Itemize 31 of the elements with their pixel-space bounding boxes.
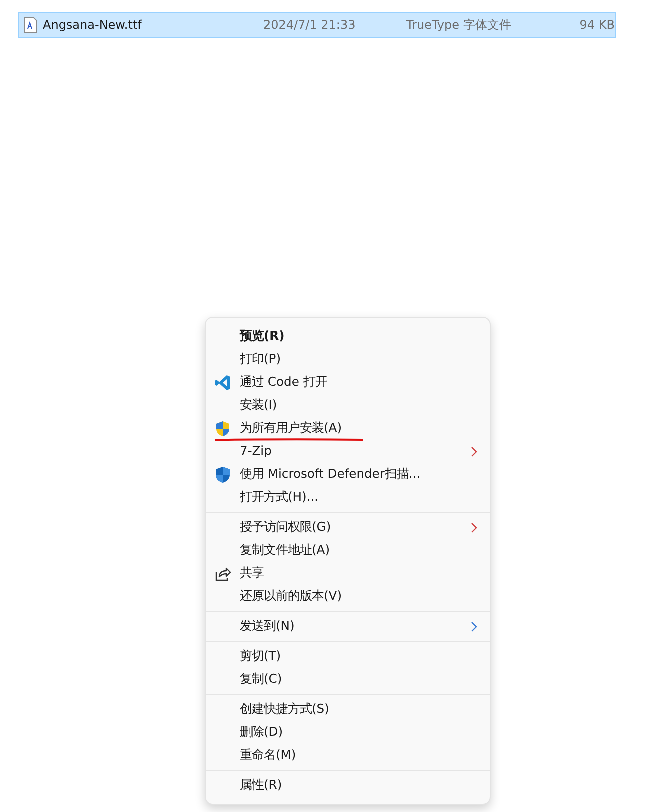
menu-item[interactable]: 授予访问权限(G) (206, 516, 490, 539)
menu-item[interactable]: 还原以前的版本(V) (206, 585, 490, 608)
menu-item[interactable]: 打开方式(H)... (206, 486, 490, 509)
chevron-icon (470, 522, 478, 534)
menu-item[interactable]: 共享 (206, 562, 490, 585)
file-date: 2024/7/1 21:33 (263, 17, 357, 34)
menu-item[interactable]: 通过 Code 打开 (206, 371, 490, 394)
menu-item[interactable]: 发送到(N) (206, 615, 490, 638)
chevron-icon (470, 446, 478, 458)
menu-item[interactable]: 使用 Microsoft Defender扫描... (206, 463, 490, 486)
font-file-icon (24, 17, 38, 33)
menu-item[interactable]: 属性(R) (206, 774, 490, 797)
shield-icon (214, 466, 232, 484)
menu-item[interactable]: 安装(I) (206, 394, 490, 417)
menu-item[interactable]: 剪切(T) (206, 645, 490, 668)
menu-item[interactable]: 为所有用户安装(A) (206, 417, 490, 440)
menu-item[interactable]: 创建快捷方式(S) (206, 698, 490, 721)
menu-item[interactable]: 预览(R) (206, 325, 490, 348)
file-type: TrueType 字体文件 (406, 17, 512, 34)
menu-item[interactable]: 复制(C) (206, 668, 490, 691)
menu-item[interactable]: 7-Zip (206, 440, 490, 463)
shield-icon (214, 420, 232, 438)
menu-item[interactable]: 打印(P) (206, 348, 490, 371)
chevron-icon (470, 620, 478, 632)
menu-item[interactable]: 删除(D) (206, 721, 490, 744)
code-editor-icon (214, 374, 232, 392)
menu-item[interactable]: 复制文件地址(A) (206, 539, 490, 562)
file-size: 94 KB (578, 17, 615, 34)
file-name: Angsana-New.ttf (43, 17, 144, 34)
menu-item[interactable]: 重命名(M) (206, 744, 490, 767)
file-row[interactable]: Angsana-New.ttf 2024/7/1 21:33 TrueType 字体文件 94 KB (18, 12, 616, 38)
